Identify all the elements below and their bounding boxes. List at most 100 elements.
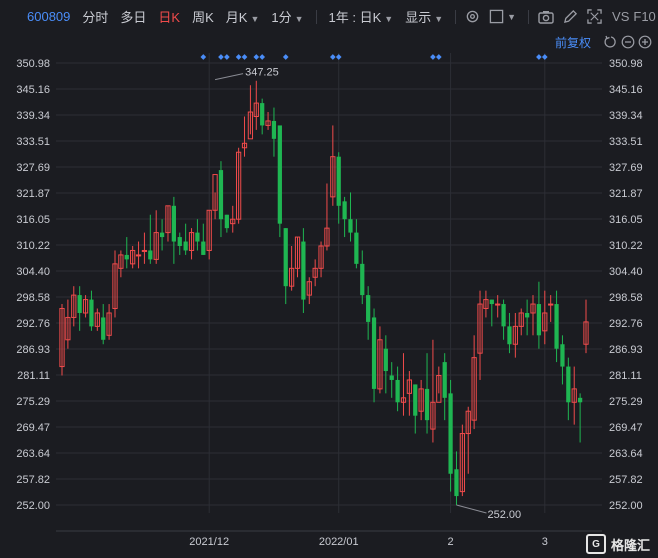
- candle-body: [148, 250, 153, 260]
- candle-body: [383, 348, 388, 372]
- candle-body: [336, 156, 341, 206]
- y-tick-label-left: 316.05: [16, 214, 50, 226]
- y-tick-label-left: 345.16: [16, 84, 50, 96]
- candle-body: [135, 254, 142, 257]
- candle-body: [141, 249, 148, 252]
- candle-body: [201, 241, 206, 255]
- candle-body: [101, 317, 106, 340]
- event-marker: [335, 54, 342, 60]
- event-marker: [430, 54, 436, 60]
- x-tick-label: 2: [448, 536, 454, 548]
- y-tick-label-right: 257.82: [609, 474, 643, 486]
- y-tick-label-right: 286.93: [609, 344, 643, 356]
- candle-body: [566, 366, 571, 403]
- candle-body: [171, 205, 176, 242]
- y-tick-label-right: 281.11: [609, 370, 642, 382]
- candle-body: [371, 317, 377, 389]
- candle-body: [195, 232, 200, 242]
- y-tick-label-left: 333.51: [16, 136, 50, 148]
- event-marker: [541, 54, 548, 60]
- y-tick-label-right: 304.40: [609, 266, 643, 278]
- y-tick-label-right: 327.69: [609, 162, 643, 174]
- y-tick-label-left: 275.29: [16, 396, 50, 408]
- y-tick-label-right: 269.47: [609, 422, 643, 434]
- y-tick-label-left: 350.98: [16, 58, 50, 70]
- candle-body: [495, 303, 501, 306]
- x-tick-label: 2021/12: [189, 536, 229, 548]
- y-tick-label-left: 292.76: [16, 318, 50, 330]
- candle-body: [413, 384, 418, 416]
- candle-body: [301, 241, 306, 300]
- candle-body: [283, 228, 288, 287]
- candle-body: [342, 201, 347, 220]
- brand-logo-icon: G: [585, 534, 606, 554]
- candle-body: [183, 241, 188, 251]
- candle-body: [389, 375, 394, 380]
- candle-body: [271, 120, 277, 139]
- candle-body: [501, 304, 506, 327]
- x-tick-label: 2022/01: [319, 536, 359, 548]
- candle-body: [89, 299, 94, 327]
- candle-body: [159, 232, 165, 238]
- candle-body: [536, 304, 542, 336]
- y-tick-label-right: 345.16: [609, 84, 643, 96]
- annotation-leader: [214, 73, 244, 81]
- y-tick-label-left: 263.64: [16, 448, 50, 460]
- y-tick-label-left: 321.87: [16, 188, 50, 200]
- candlestick-chart[interactable]: 350.98 350.98 345.16 345.16 339.34 339.34 333.…: [0, 0, 658, 558]
- candle-body: [548, 303, 554, 306]
- candle-body: [218, 170, 224, 220]
- candle-body: [424, 388, 430, 421]
- candle-body: [360, 263, 365, 296]
- y-tick-label-right: 252.00: [609, 500, 643, 512]
- candle-body: [560, 344, 565, 367]
- event-marker: [235, 54, 242, 60]
- y-tick-label-left: 298.58: [16, 292, 50, 304]
- event-marker: [200, 54, 207, 60]
- y-tick-label-right: 321.87: [609, 188, 643, 200]
- candle-body: [577, 397, 583, 403]
- candle-body: [366, 295, 371, 322]
- candle-body: [77, 295, 82, 313]
- y-tick-label-left: 327.69: [16, 162, 50, 174]
- y-tick-label-right: 292.76: [609, 318, 643, 330]
- candle-body: [525, 312, 530, 318]
- y-tick-label-right: 339.34: [609, 110, 643, 122]
- brand-watermark: G 格隆汇: [585, 534, 650, 554]
- candle-body: [448, 393, 453, 474]
- candle-body: [442, 362, 447, 398]
- event-marker: [218, 54, 224, 60]
- candle-body: [177, 237, 182, 246]
- annotation-low-label: 252.00: [487, 509, 521, 521]
- candle-body: [224, 214, 229, 229]
- y-tick-label-right: 310.22: [609, 240, 643, 252]
- candle-body: [348, 219, 353, 233]
- event-marker: [259, 54, 266, 60]
- event-marker: [435, 54, 442, 60]
- event-marker: [282, 54, 289, 60]
- y-tick-label-right: 350.98: [609, 58, 643, 70]
- y-tick-label-right: 316.05: [609, 214, 643, 226]
- candle-body: [354, 232, 359, 264]
- y-tick-label-right: 333.51: [609, 136, 643, 148]
- y-tick-label-right: 298.58: [609, 292, 643, 304]
- annotation-high-label: 347.25: [245, 67, 279, 79]
- y-tick-label-left: 257.82: [16, 474, 50, 486]
- y-tick-label-right: 275.29: [609, 396, 643, 408]
- event-marker: [224, 54, 230, 60]
- brand-name: 格隆汇: [610, 537, 650, 553]
- y-tick-label-left: 252.00: [16, 500, 50, 512]
- candle-body: [395, 379, 400, 403]
- y-tick-label-left: 339.34: [16, 110, 50, 122]
- chart-canvas[interactable]: 350.98 350.98 345.16 345.16 339.34 339.34 333.…: [0, 0, 658, 558]
- candle-body: [489, 299, 494, 305]
- event-marker: [536, 54, 542, 60]
- candle-body: [260, 103, 265, 126]
- candle-body: [277, 125, 282, 224]
- candle-body: [554, 304, 559, 349]
- y-tick-label-left: 310.22: [16, 240, 50, 252]
- annotation-leader: [456, 504, 487, 514]
- candle-body: [124, 254, 129, 260]
- x-tick-label: 3: [542, 536, 548, 548]
- event-marker: [253, 54, 260, 60]
